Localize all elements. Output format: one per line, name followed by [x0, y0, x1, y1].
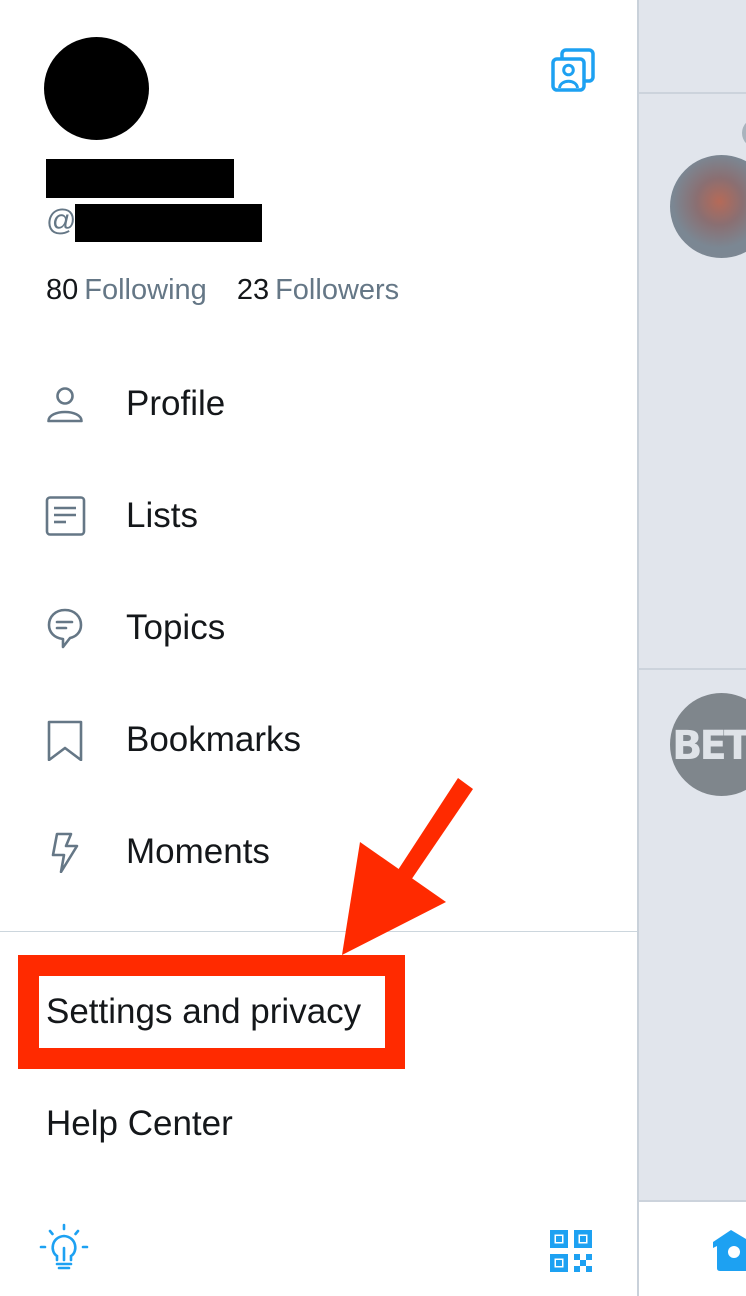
- menu-item-label: Profile: [126, 384, 226, 423]
- bottom-tab-bar: [639, 1200, 746, 1296]
- help-center-link[interactable]: Help Center: [46, 1102, 233, 1146]
- side-drawer: @i 80 Following 23 Followers Profile Lists: [0, 0, 637, 1296]
- menu-item-label: Moments: [126, 832, 270, 871]
- bet-logo-text: BET: [672, 723, 746, 769]
- account-switch-icon[interactable]: [548, 45, 598, 95]
- avatar[interactable]: [44, 37, 149, 140]
- menu-item-moments[interactable]: Moments: [0, 796, 637, 908]
- menu-item-topics[interactable]: Topics: [0, 572, 637, 684]
- tweet-divider: [639, 668, 746, 670]
- menu-item-label: Bookmarks: [126, 720, 302, 759]
- menu-item-lists[interactable]: Lists: [0, 460, 637, 572]
- home-icon[interactable]: [711, 1228, 746, 1272]
- lightning-icon: [51, 832, 79, 873]
- menu-divider: [0, 931, 637, 932]
- qr-code-icon[interactable]: [546, 1226, 598, 1278]
- menu-item-profile[interactable]: Profile: [0, 348, 637, 460]
- tweet-avatar[interactable]: [670, 155, 746, 258]
- topics-bubble-icon: [47, 608, 83, 649]
- follow-stats: 80 Following 23 Followers: [46, 270, 421, 310]
- display-name-redacted: [46, 159, 234, 198]
- bookmark-icon: [47, 720, 83, 761]
- followers-count: 23: [236, 274, 270, 306]
- menu-item-label: Topics: [126, 608, 226, 647]
- menu-item-bookmarks[interactable]: Bookmarks: [0, 684, 637, 796]
- menu-item-label: Lists: [126, 496, 198, 535]
- user-handle-redacted: [75, 204, 262, 242]
- timeline-peek[interactable]: BET: [637, 0, 746, 1296]
- following-count: 80: [46, 274, 79, 306]
- list-icon: [45, 496, 86, 536]
- lightbulb-icon[interactable]: [38, 1222, 90, 1274]
- followers-label: Followers: [275, 274, 400, 306]
- following-link[interactable]: 80 Following: [46, 270, 207, 310]
- timeline-header-divider: [639, 92, 746, 94]
- person-icon: [47, 387, 83, 423]
- small-avatar: [742, 118, 746, 148]
- followers-link[interactable]: 23 Followers: [237, 270, 399, 310]
- tweet-avatar-bet[interactable]: BET: [670, 693, 746, 796]
- settings-and-privacy-link[interactable]: Settings and privacy: [46, 990, 361, 1034]
- following-label: Following: [84, 274, 207, 306]
